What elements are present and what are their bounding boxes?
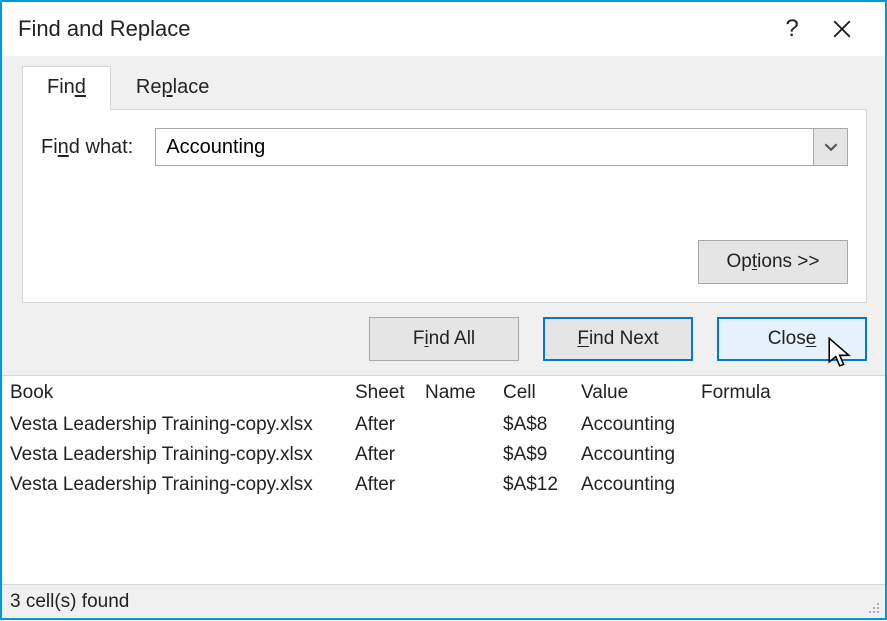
header-formula[interactable]: Formula (693, 376, 885, 410)
cell-sheet: After (347, 470, 417, 500)
cell-name (417, 470, 495, 500)
options-button[interactable]: Options >> (698, 240, 848, 284)
close-icon[interactable] (817, 9, 867, 49)
cursor-icon (827, 337, 855, 371)
cell-value: Accounting (573, 440, 693, 470)
tab-replace-label-post: lace (173, 76, 210, 98)
tab-find[interactable]: Find (22, 66, 111, 110)
dialog-title: Find and Replace (18, 16, 767, 42)
header-book[interactable]: Book (2, 376, 347, 410)
status-text: 3 cell(s) found (10, 591, 129, 613)
statusbar: 3 cell(s) found (2, 584, 885, 618)
options-row: Options >> (41, 240, 848, 284)
options-label-post: ions >> (757, 251, 819, 273)
resize-grip-icon[interactable] (865, 599, 881, 615)
tab-find-label-u: d (75, 76, 86, 98)
cell-formula (693, 410, 885, 440)
tab-replace[interactable]: Replace (111, 66, 234, 110)
cell-formula (693, 470, 885, 500)
cell-book: Vesta Leadership Training-copy.xlsx (2, 440, 347, 470)
findnext-label-post: ind Next (589, 328, 659, 350)
find-label-u: n (58, 136, 69, 158)
findall-label-pre: F (413, 328, 425, 350)
cell-sheet: After (347, 410, 417, 440)
find-panel: Find what: Options >> (22, 109, 867, 303)
tab-replace-label-u: p (162, 76, 173, 98)
findall-label-post: nd All (429, 328, 475, 350)
header-cell[interactable]: Cell (495, 376, 573, 410)
action-buttons-row: Find All Find Next Close (22, 317, 867, 361)
header-name[interactable]: Name (417, 376, 495, 410)
find-what-label: Find what: (41, 136, 133, 159)
results-table: Book Sheet Name Cell Value Formula Vesta… (2, 375, 885, 584)
cell-book: Vesta Leadership Training-copy.xlsx (2, 410, 347, 440)
close-button[interactable]: Close (717, 317, 867, 361)
find-replace-dialog: Find and Replace ? Find Replace Find wha… (0, 0, 887, 620)
cell-value: Accounting (573, 410, 693, 440)
tab-find-label-pre: Fin (47, 76, 75, 98)
findnext-label-u: F (577, 328, 589, 350)
options-label-pre: Op (727, 251, 752, 273)
find-what-dropdown[interactable] (813, 129, 847, 165)
chevron-down-icon (824, 140, 838, 154)
cell-cell: $A$9 (495, 440, 573, 470)
find-next-button[interactable]: Find Next (543, 317, 693, 361)
find-all-button[interactable]: Find All (369, 317, 519, 361)
find-what-combo (155, 128, 848, 166)
table-row[interactable]: Vesta Leadership Training-copy.xlsx Afte… (2, 470, 885, 500)
find-what-input[interactable] (156, 129, 813, 165)
cell-sheet: After (347, 440, 417, 470)
cell-value: Accounting (573, 470, 693, 500)
find-label-pre: Fi (41, 136, 58, 158)
close-label-pre: Clos (768, 328, 806, 350)
table-row[interactable]: Vesta Leadership Training-copy.xlsx Afte… (2, 440, 885, 470)
table-row[interactable]: Vesta Leadership Training-copy.xlsx Afte… (2, 410, 885, 440)
help-icon[interactable]: ? (767, 9, 817, 49)
header-sheet[interactable]: Sheet (347, 376, 417, 410)
cell-name (417, 410, 495, 440)
cell-formula (693, 440, 885, 470)
tab-replace-label-pre: Re (136, 76, 162, 98)
header-value[interactable]: Value (573, 376, 693, 410)
find-what-row: Find what: (41, 128, 848, 166)
titlebar: Find and Replace ? (2, 2, 885, 56)
upper-panel: Find Replace Find what: Opt (2, 56, 885, 375)
cell-name (417, 440, 495, 470)
cell-cell: $A$8 (495, 410, 573, 440)
close-label-u: e (806, 328, 817, 350)
cell-cell: $A$12 (495, 470, 573, 500)
cell-book: Vesta Leadership Training-copy.xlsx (2, 470, 347, 500)
results-header-row: Book Sheet Name Cell Value Formula (2, 376, 885, 410)
tab-strip: Find Replace (22, 66, 867, 110)
find-label-post: d what: (69, 136, 133, 158)
